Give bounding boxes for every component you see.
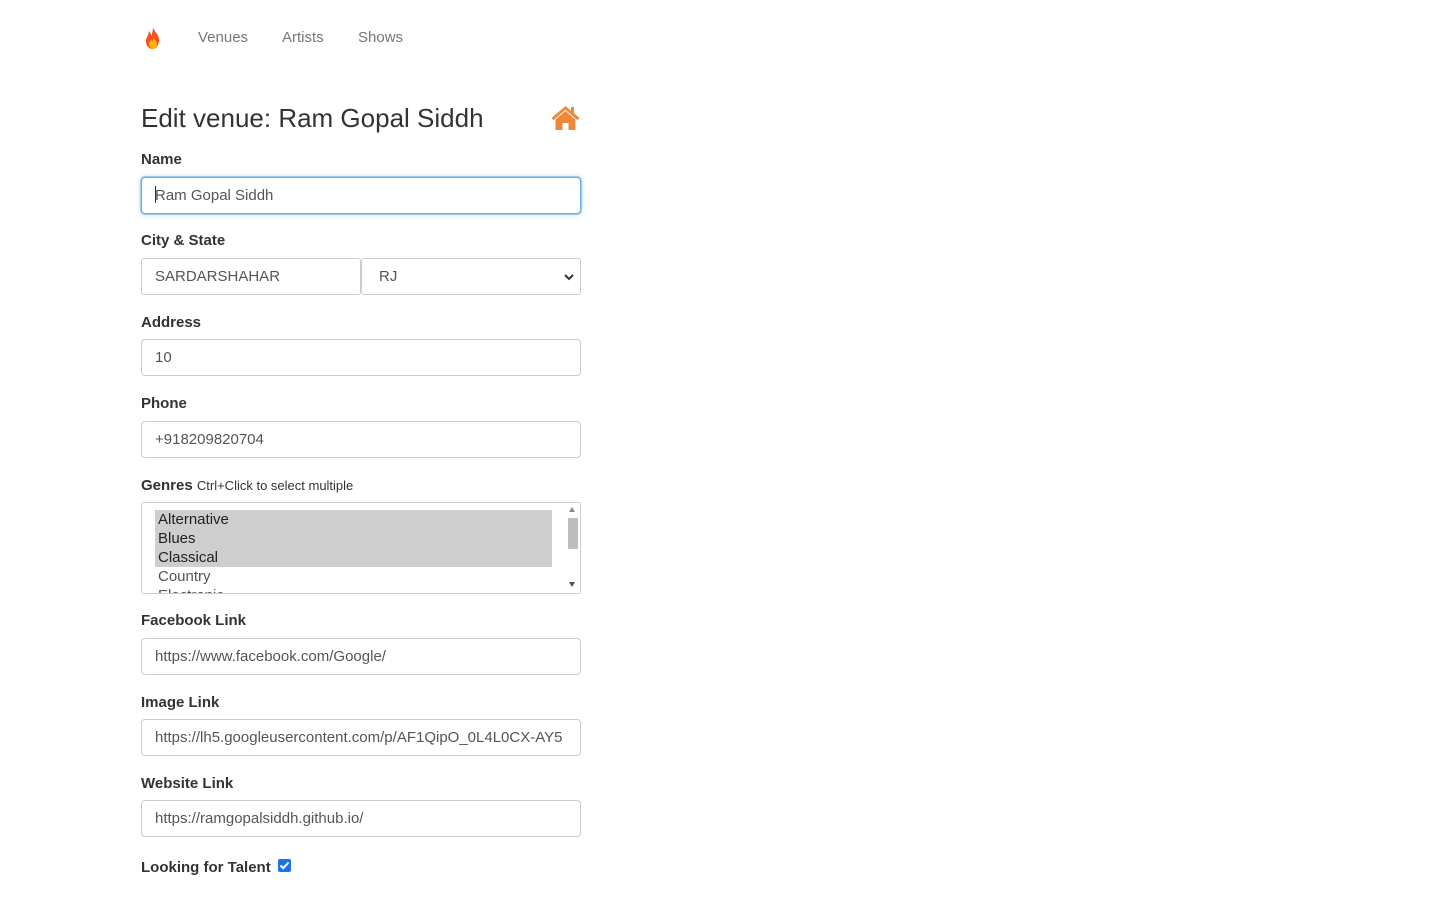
text-caret <box>155 186 156 203</box>
fire-icon[interactable] <box>141 26 165 50</box>
phone-label: Phone <box>141 395 187 412</box>
genre-option[interactable]: Blues <box>155 529 552 548</box>
chevron-down-icon <box>564 274 574 281</box>
genres-label-text: Genres <box>141 477 193 494</box>
image-input[interactable]: https://lh5.googleusercontent.com/p/AF1Q… <box>141 719 581 756</box>
genre-option[interactable]: Electronic <box>155 586 552 593</box>
genres-scrollbar[interactable] <box>565 503 580 593</box>
facebook-input[interactable]: https://www.facebook.com/Google/ <box>141 638 581 675</box>
nav-link-artists[interactable]: Artists <box>282 29 324 47</box>
city-input[interactable]: SARDARSHAHAR <box>141 258 361 295</box>
genre-option[interactable]: Country <box>155 567 552 586</box>
check-icon <box>279 861 290 870</box>
name-label: Name <box>141 151 182 168</box>
website-input[interactable]: https://ramgopalsiddh.github.io/ <box>141 800 581 837</box>
home-icon[interactable] <box>550 104 581 131</box>
seeking-talent-checkbox[interactable] <box>278 859 291 872</box>
genre-option[interactable]: Alternative <box>155 510 552 529</box>
state-select-value: RJ <box>379 268 398 285</box>
genres-label: Genres Ctrl+Click to select multiple <box>141 477 353 495</box>
nav-link-shows[interactable]: Shows <box>358 29 403 47</box>
name-input[interactable]: Ram Gopal Siddh <box>141 177 581 214</box>
state-select[interactable]: RJ <box>361 258 581 295</box>
nav-link-venues[interactable]: Venues <box>198 29 248 47</box>
seeking-talent-label: Looking for Talent <box>141 859 271 876</box>
page-title: Edit venue: Ram Gopal Siddh <box>141 103 484 133</box>
website-label: Website Link <box>141 775 234 792</box>
facebook-label: Facebook Link <box>141 612 247 629</box>
scroll-up-icon[interactable] <box>569 507 575 512</box>
genres-hint: Ctrl+Click to select multiple <box>196 478 354 493</box>
image-label: Image Link <box>141 694 220 711</box>
address-label: Address <box>141 314 202 331</box>
genre-option[interactable]: Classical <box>155 548 552 567</box>
genres-select[interactable]: Alternative Blues Classical Country Elec… <box>141 502 581 594</box>
address-input[interactable]: 10 <box>141 339 581 376</box>
navbar: Venues Artists Shows <box>0 0 1443 76</box>
phone-input[interactable]: +918209820704 <box>141 421 581 458</box>
city-state-label: City & State <box>141 232 226 249</box>
scroll-thumb[interactable] <box>568 518 578 549</box>
scroll-down-icon[interactable] <box>569 582 575 587</box>
